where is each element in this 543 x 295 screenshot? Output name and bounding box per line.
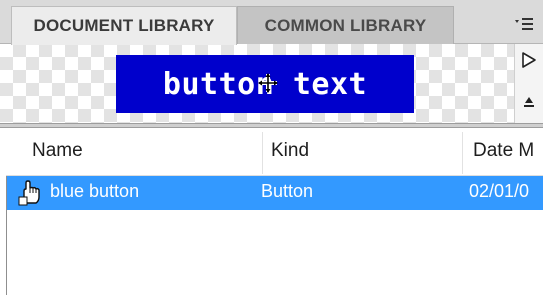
tab-common-library[interactable]: COMMON LIBRARY <box>237 6 454 44</box>
tab-document-library[interactable]: DOCUMENT LIBRARY <box>11 6 237 45</box>
move-cursor-icon <box>256 71 280 95</box>
button-symbol-icon <box>17 179 45 207</box>
column-separator[interactable] <box>462 132 463 174</box>
column-header-name[interactable]: Name <box>32 140 83 162</box>
list-item-kind: Button <box>261 181 314 201</box>
column-header-kind[interactable]: Kind <box>271 140 309 162</box>
list-item-date: 02/01/0 <box>469 181 530 201</box>
column-separator[interactable] <box>262 132 263 174</box>
column-header-date-modified[interactable]: Date M <box>473 140 534 162</box>
panel-menu-icon[interactable] <box>512 12 536 36</box>
stop-icon[interactable] <box>521 94 537 110</box>
play-icon[interactable] <box>519 50 539 70</box>
list-item-name: blue button <box>50 181 140 201</box>
